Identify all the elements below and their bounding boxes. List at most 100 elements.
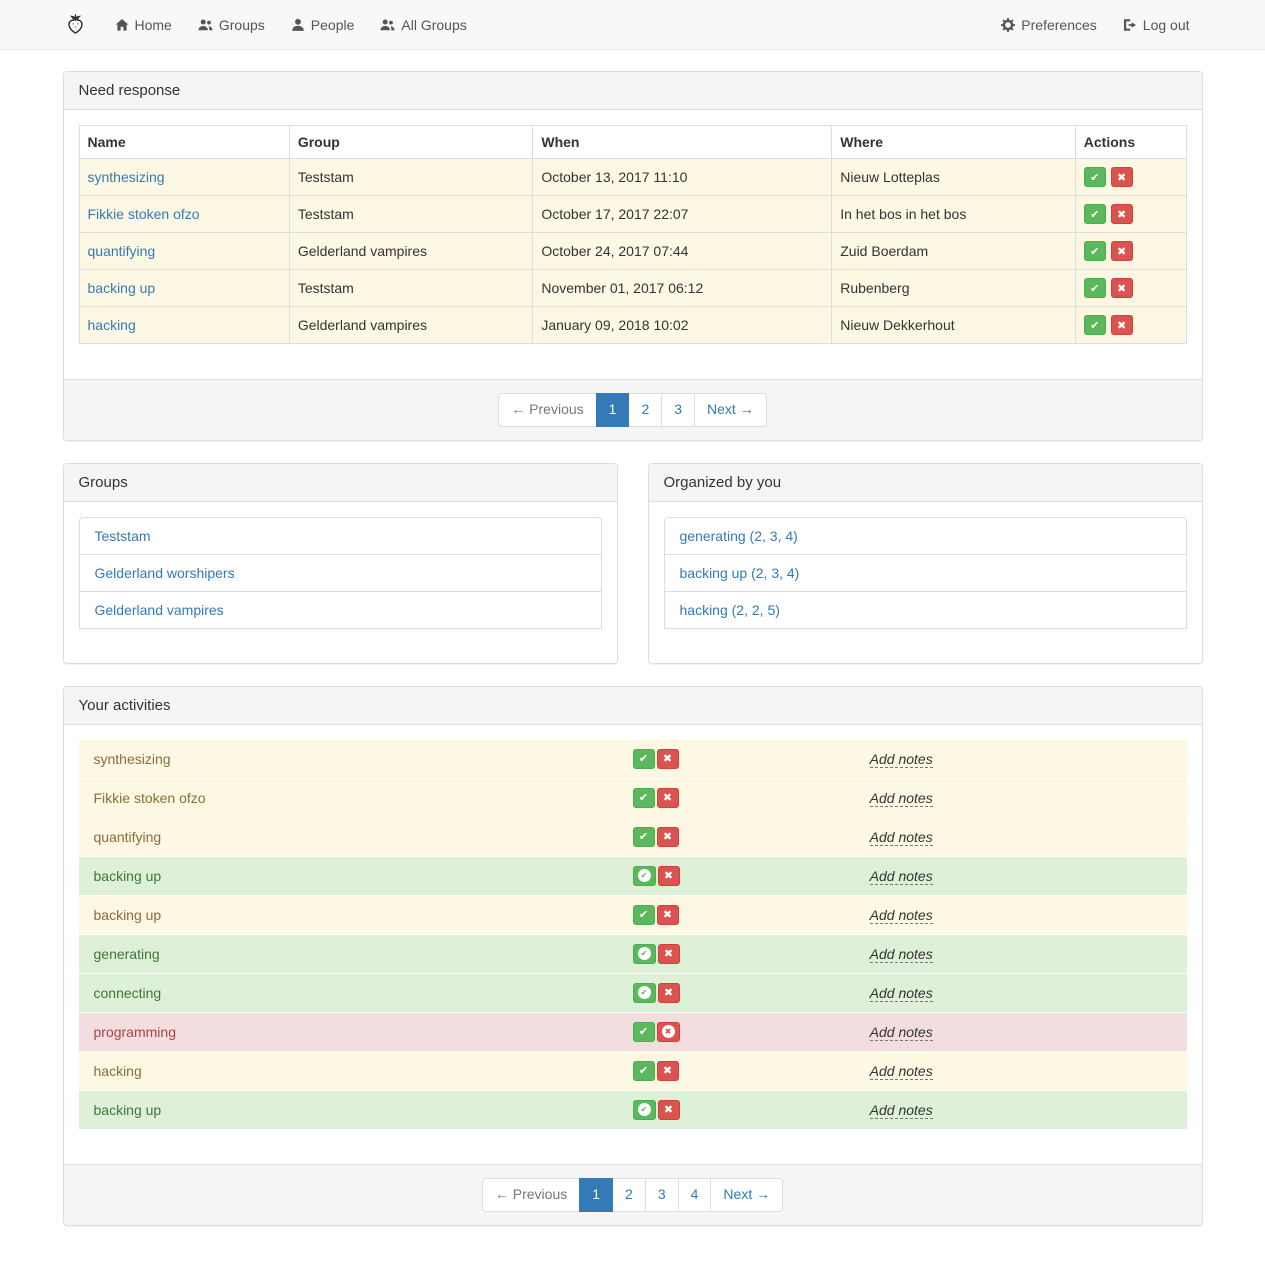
activity-link[interactable]: generating bbox=[94, 946, 160, 962]
activity-link[interactable]: backing up bbox=[94, 1102, 162, 1118]
accept-button[interactable]: ✔ ✔ bbox=[633, 944, 656, 964]
activity-link[interactable]: quantifying bbox=[88, 243, 156, 259]
accept-button[interactable]: ✔ ✔ bbox=[633, 905, 655, 925]
activity-row: synthesizing ✔ ✔ ✖ ✖ bbox=[79, 740, 1187, 778]
x-icon: ✖ bbox=[1117, 172, 1126, 183]
brand-logo[interactable] bbox=[63, 0, 102, 49]
activity-name-cell: programming bbox=[94, 1024, 633, 1040]
home-icon bbox=[115, 18, 129, 32]
add-notes-link[interactable]: Add notes bbox=[870, 946, 933, 963]
accept-button[interactable]: ✔ bbox=[1084, 204, 1106, 224]
group-link[interactable]: Gelderland worshipers bbox=[79, 554, 602, 592]
accept-button[interactable]: ✔ bbox=[1084, 167, 1106, 187]
accept-button[interactable]: ✔ bbox=[1084, 315, 1106, 335]
accept-button[interactable]: ✔ ✔ bbox=[633, 788, 655, 808]
activity-name-cell: generating bbox=[94, 946, 633, 962]
add-notes-link[interactable]: Add notes bbox=[870, 751, 933, 768]
nav-item-home[interactable]: Home bbox=[102, 0, 185, 49]
strawberry-logo-icon bbox=[65, 12, 86, 38]
add-notes-link[interactable]: Add notes bbox=[870, 790, 933, 807]
organized-activity-link[interactable]: hacking (2, 2, 5) bbox=[664, 591, 1187, 629]
check-icon: ✔ bbox=[1090, 172, 1099, 183]
actions-cell: ✔ ✖ bbox=[1075, 270, 1186, 307]
organized-activity-link[interactable]: generating (2, 3, 4) bbox=[664, 517, 1187, 555]
page-number-button[interactable]: 4 bbox=[678, 1178, 712, 1212]
decline-button[interactable]: ✖ ✖ bbox=[657, 827, 679, 847]
decline-button[interactable]: ✖ ✖ bbox=[658, 1100, 680, 1120]
decline-button[interactable]: ✖ ✖ bbox=[658, 944, 680, 964]
decline-button[interactable]: ✖ ✖ bbox=[658, 983, 680, 1003]
decline-button[interactable]: ✖ ✖ bbox=[657, 788, 679, 808]
group-link[interactable]: Gelderland vampires bbox=[79, 591, 602, 629]
decline-button[interactable]: ✖ ✖ bbox=[657, 749, 679, 769]
add-notes-link[interactable]: Add notes bbox=[870, 1024, 933, 1041]
decline-button[interactable]: ✖ bbox=[1111, 204, 1133, 224]
decline-button[interactable]: ✖ bbox=[1111, 167, 1133, 187]
activity-link[interactable]: synthesizing bbox=[94, 751, 171, 767]
add-notes-link[interactable]: Add notes bbox=[870, 868, 933, 885]
previous-page-button[interactable]: ← Previous bbox=[498, 393, 596, 427]
activity-link[interactable]: hacking bbox=[88, 317, 136, 333]
add-notes-link[interactable]: Add notes bbox=[870, 829, 933, 846]
decline-button[interactable]: ✖ bbox=[1111, 278, 1133, 298]
activity-link[interactable]: Fikkie stoken ofzo bbox=[88, 206, 200, 222]
activity-link[interactable]: Fikkie stoken ofzo bbox=[94, 790, 206, 806]
activity-link[interactable]: backing up bbox=[94, 868, 162, 884]
accept-button[interactable]: ✔ ✔ bbox=[633, 827, 655, 847]
activity-link[interactable]: backing up bbox=[88, 280, 156, 296]
organized-activity-link[interactable]: backing up (2, 3, 4) bbox=[664, 554, 1187, 592]
page-number-button[interactable]: 2 bbox=[628, 393, 662, 427]
activity-link[interactable]: quantifying bbox=[94, 829, 162, 845]
page-number-button[interactable]: 3 bbox=[645, 1178, 679, 1212]
logout-icon bbox=[1123, 18, 1137, 32]
activity-actions: ✔ ✔ ✖ ✖ bbox=[633, 1061, 870, 1081]
decline-button[interactable]: ✖ bbox=[1111, 241, 1133, 261]
page-number-button[interactable]: 3 bbox=[661, 393, 695, 427]
accept-button[interactable]: ✔ bbox=[1084, 241, 1106, 261]
activity-notes-cell: Add notes bbox=[870, 907, 1172, 923]
add-notes-link[interactable]: Add notes bbox=[870, 985, 933, 1002]
need-response-panel: Need response Name Group When Where Acti… bbox=[63, 71, 1203, 441]
add-notes-link[interactable]: Add notes bbox=[870, 907, 933, 924]
page-number-button[interactable]: 1 bbox=[579, 1178, 613, 1212]
activity-link[interactable]: synthesizing bbox=[88, 169, 165, 185]
accept-button[interactable]: ✔ ✔ bbox=[633, 983, 656, 1003]
check-icon: ✔ bbox=[1090, 283, 1099, 294]
nav-item-preferences[interactable]: Preferences bbox=[988, 0, 1109, 49]
activity-row: hacking ✔ ✔ ✖ ✖ bbox=[79, 1051, 1187, 1090]
activity-link[interactable]: connecting bbox=[94, 985, 162, 1001]
accept-button[interactable]: ✔ ✔ bbox=[633, 866, 656, 886]
decline-button[interactable]: ✖ bbox=[1111, 315, 1133, 335]
decline-button[interactable]: ✖ ✖ bbox=[657, 1061, 679, 1081]
page-number-button[interactable]: 1 bbox=[596, 393, 630, 427]
nav-item-logout[interactable]: Log out bbox=[1110, 0, 1203, 49]
accept-button[interactable]: ✔ bbox=[1084, 278, 1106, 298]
accept-button[interactable]: ✔ ✔ bbox=[633, 749, 655, 769]
nav-item-all-groups[interactable]: All Groups bbox=[367, 0, 479, 49]
x-circle-icon: ✖ bbox=[662, 1025, 675, 1038]
table-row: quantifying Gelderland vampires October … bbox=[79, 233, 1186, 270]
decline-button[interactable]: ✖ ✖ bbox=[657, 1022, 680, 1042]
accept-button[interactable]: ✔ ✔ bbox=[633, 1022, 655, 1042]
next-page-button[interactable]: Next → bbox=[710, 1178, 783, 1212]
nav-item-groups[interactable]: Groups bbox=[185, 0, 278, 49]
accept-button[interactable]: ✔ ✔ bbox=[633, 1061, 655, 1081]
activity-link[interactable]: backing up bbox=[94, 907, 162, 923]
decline-button[interactable]: ✖ ✖ bbox=[657, 905, 679, 925]
nav-item-people[interactable]: People bbox=[278, 0, 368, 49]
group-link[interactable]: Teststam bbox=[79, 517, 602, 555]
page-number-button[interactable]: 2 bbox=[612, 1178, 646, 1212]
x-icon: ✖ bbox=[663, 1065, 672, 1076]
next-page-button[interactable]: Next → bbox=[694, 393, 767, 427]
activity-link[interactable]: hacking bbox=[94, 1063, 142, 1079]
table-row: Fikkie stoken ofzo Teststam October 17, … bbox=[79, 196, 1186, 233]
accept-button[interactable]: ✔ ✔ bbox=[633, 1100, 656, 1120]
add-notes-link[interactable]: Add notes bbox=[870, 1102, 933, 1119]
activity-name-cell: backing up bbox=[94, 1102, 633, 1118]
need-response-body: Name Group When Where Actions synthesizi… bbox=[64, 110, 1202, 379]
decline-button[interactable]: ✖ ✖ bbox=[658, 866, 680, 886]
previous-page-button[interactable]: ← Previous bbox=[482, 1178, 580, 1212]
activity-link[interactable]: programming bbox=[94, 1024, 176, 1040]
add-notes-link[interactable]: Add notes bbox=[870, 1063, 933, 1080]
check-icon: ✔ bbox=[639, 792, 648, 803]
